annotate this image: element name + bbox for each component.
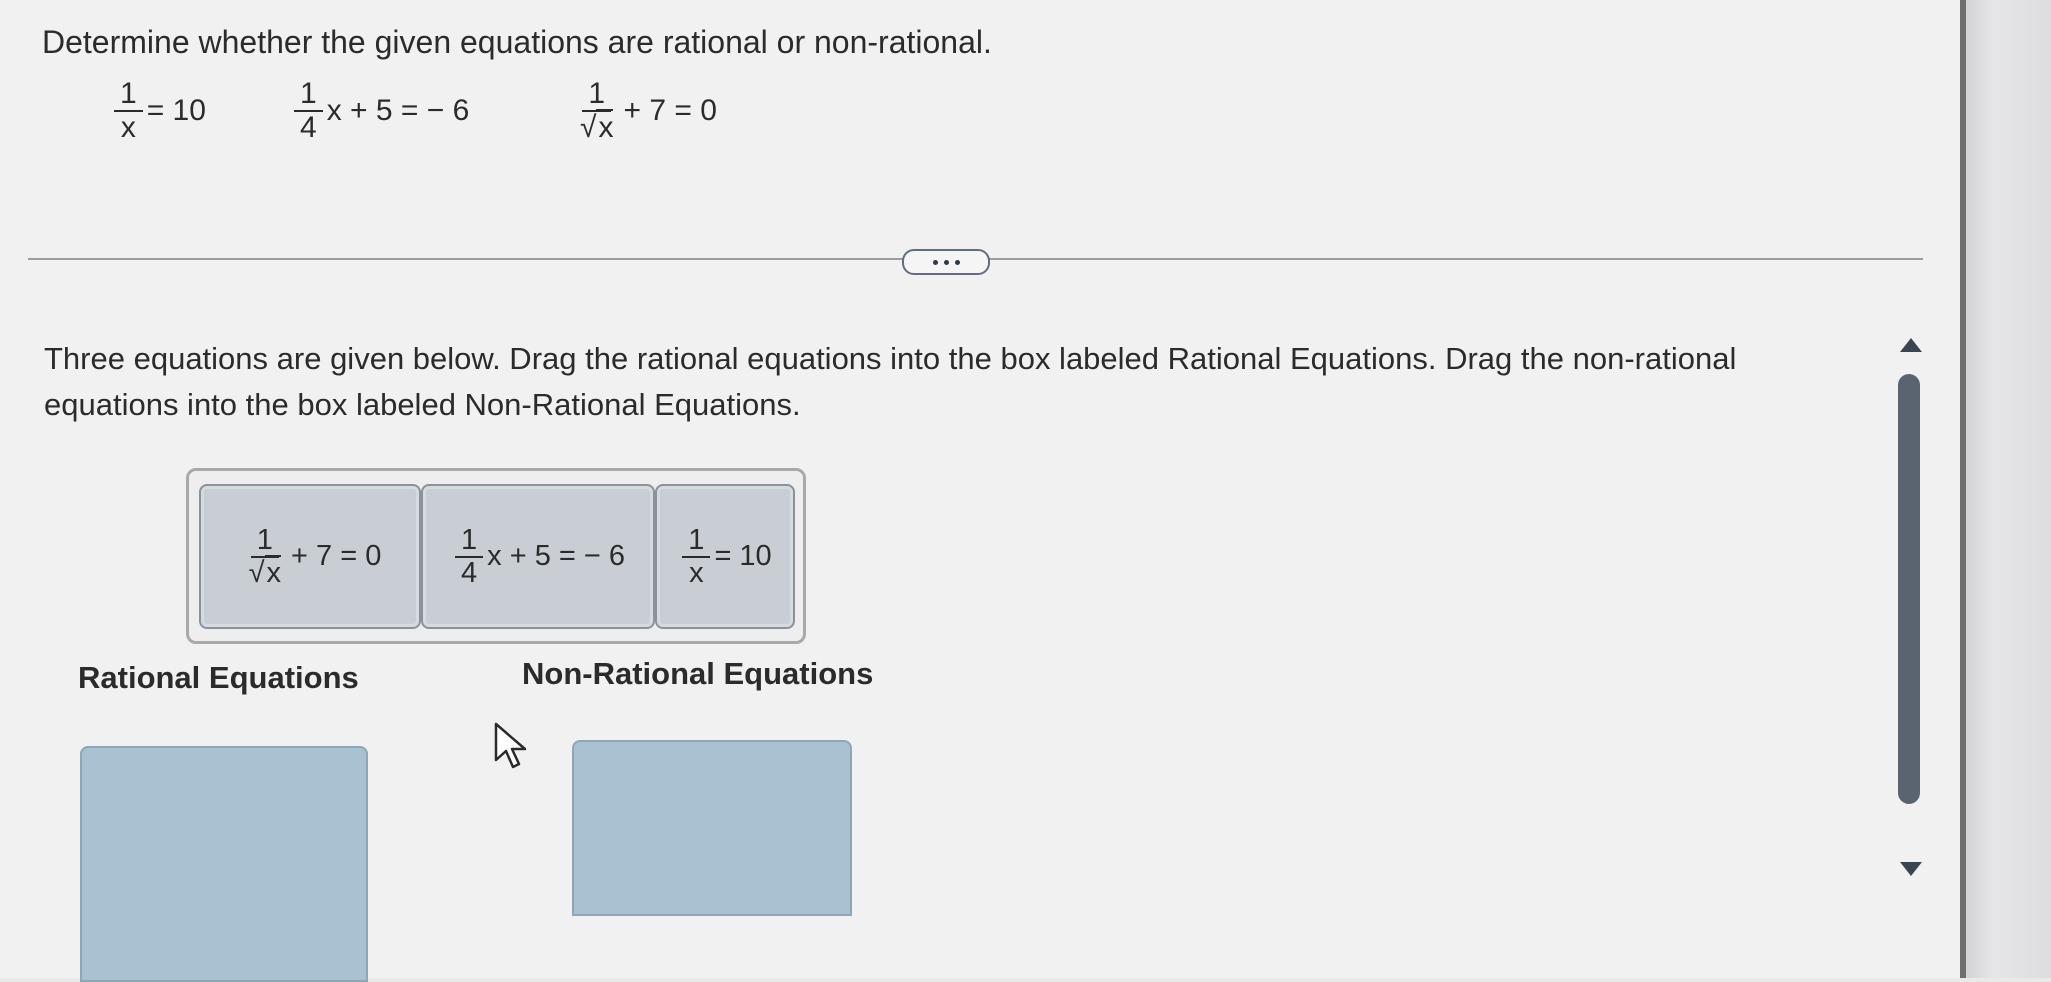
equation-1-over-sqrt-x: 1 √x + 7 = 0 xyxy=(570,77,717,144)
sqrt-icon: √ xyxy=(248,556,265,589)
scrollbar-thumb[interactable] xyxy=(1898,374,1920,804)
equation-1-over-x: 1 x = 10 xyxy=(110,78,206,143)
fraction: 1 x xyxy=(114,78,143,143)
rational-drop-zone[interactable] xyxy=(80,746,368,982)
non-rational-drop-zone[interactable] xyxy=(572,740,852,916)
expand-button[interactable] xyxy=(902,249,990,275)
dot-icon xyxy=(943,259,949,265)
instructions-text: Three equations are given below. Drag th… xyxy=(44,341,1737,422)
question-text: Determine whether the given equations ar… xyxy=(42,24,992,60)
tile-1-over-sqrt-x[interactable]: 1 √x + 7 = 0 xyxy=(199,484,421,629)
fraction: 1 4 xyxy=(294,78,323,143)
dot-icon xyxy=(932,259,938,265)
scroll-up-arrow-icon[interactable] xyxy=(1900,338,1922,352)
sqrt-icon: √ xyxy=(580,110,597,144)
scroll-down-arrow-icon[interactable] xyxy=(1900,862,1922,876)
fraction: 1 √x xyxy=(580,77,614,144)
non-rational-equations-label: Non-Rational Equations xyxy=(522,656,874,691)
page: Determine whether the given equations ar… xyxy=(0,0,1960,982)
rational-equations-label: Rational Equations xyxy=(78,660,359,695)
tile-1-over-x[interactable]: 1 x = 10 xyxy=(655,484,795,629)
source-tray[interactable]: 1 √x + 7 = 0 1 4 x + 5 = − 6 1 x = 10 xyxy=(186,468,806,644)
equation-quarter-x: 1 4 x + 5 = − 6 xyxy=(290,78,469,143)
mouse-cursor-icon xyxy=(494,722,527,769)
tile-quarter-x[interactable]: 1 4 x + 5 = − 6 xyxy=(421,484,655,629)
screen-edge xyxy=(1960,0,2051,978)
dot-icon xyxy=(954,259,960,265)
